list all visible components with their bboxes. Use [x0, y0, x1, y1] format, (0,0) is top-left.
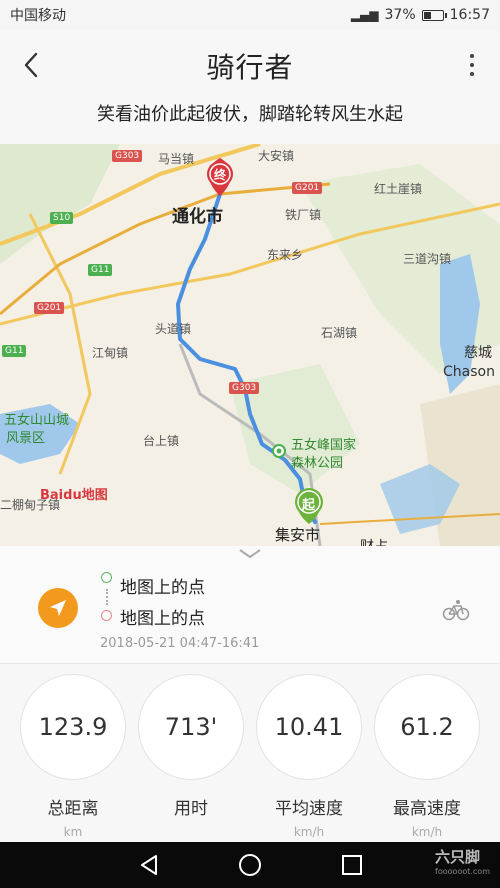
- stat-duration: 713' 用时: [138, 674, 244, 839]
- map-place-label: 三道沟镇: [403, 252, 452, 266]
- route-line: [176, 192, 317, 524]
- battery-percent: 37%: [384, 7, 416, 23]
- end-point-icon: [101, 610, 112, 621]
- chevron-down-icon[interactable]: [238, 548, 262, 560]
- more-dot-icon: [470, 54, 474, 58]
- stat-label: 平均速度: [275, 799, 343, 819]
- baidu-logo: Baidu地图: [40, 488, 108, 503]
- road-sign: S10: [50, 212, 74, 224]
- recents-square-icon[interactable]: [340, 853, 364, 877]
- map-place-label: 江甸镇: [92, 346, 129, 360]
- map-place-label: 五女山山城: [4, 413, 70, 428]
- route-endpoints: 地图上的点 地图上的点 2018-05-21 04:47-16:41: [0, 560, 500, 664]
- road-sign: G11: [2, 345, 27, 357]
- map-place-label: 台上镇: [143, 434, 180, 448]
- clock: 16:57: [449, 7, 490, 23]
- stat-total-distance: 123.9 总距离 km: [20, 674, 126, 839]
- watermark: 六只脚 foooooot.com: [435, 846, 490, 876]
- bicycle-icon: [442, 600, 470, 621]
- map-place-label: 森林公园: [291, 456, 344, 471]
- road-sign: G303: [229, 382, 260, 394]
- map-place-label: 东来乡: [267, 248, 304, 262]
- signal-icon: ▂▄▆: [350, 8, 379, 22]
- stat-value: 123.9: [20, 674, 126, 780]
- map-place-label: 风景区: [6, 431, 46, 446]
- stat-value: 61.2: [374, 674, 480, 780]
- stat-label: 用时: [174, 799, 208, 819]
- map-place-label: 集安市: [275, 526, 321, 544]
- home-circle-icon[interactable]: [238, 853, 262, 877]
- stat-unit: [138, 825, 244, 839]
- page-title: 骑行者: [206, 51, 294, 84]
- stat-value: 10.41: [256, 674, 362, 780]
- ride-slogan: 笑看油价此起彼伏，脚踏轮转风生水起: [0, 100, 500, 144]
- navigation-arrow-icon: [50, 600, 66, 616]
- carrier-name: 中国移动: [10, 8, 66, 24]
- app-header: 骑行者: [0, 30, 500, 100]
- ride-time-range: 2018-05-21 04:47-16:41: [100, 636, 260, 651]
- system-nav-bar: 六只脚 foooooot.com: [0, 842, 500, 888]
- status-bar: 中国移动 ▂▄▆ 37% 16:57: [0, 0, 500, 30]
- stat-unit: km/h: [411, 825, 443, 839]
- map-place-label: 石湖镇: [321, 326, 358, 340]
- map-place-label: 红土崖镇: [374, 182, 423, 196]
- map-place-label: 头道镇: [155, 322, 192, 336]
- stat-average-speed: 10.41 平均速度 km/h: [256, 674, 362, 839]
- stat-label: 总距离: [47, 799, 99, 819]
- map-place-label: 大安镇: [258, 149, 295, 163]
- more-dot-icon: [470, 63, 474, 67]
- stat-unit: km/h: [293, 825, 325, 839]
- road-sign: G11: [88, 264, 113, 276]
- end-point-label: 地图上的点: [120, 609, 205, 629]
- route-connector: [106, 589, 108, 605]
- ride-stats: 123.9 总距离 km 713' 用时 10.41 平均速度 km/h 61.…: [0, 664, 500, 842]
- route-map[interactable]: 马当镇 大安镇 通化市 铁厂镇 红土崖镇 东来乡 三道沟镇 头道镇 石湖镇 江甸…: [0, 144, 500, 546]
- start-point-icon: [101, 572, 112, 583]
- map-place-label: 马当镇: [158, 152, 195, 166]
- start-point-label: 地图上的点: [120, 578, 205, 598]
- map-place-label: Chason: [443, 364, 495, 380]
- map-place-label: 五女峰国家: [291, 438, 357, 453]
- map-place-label: 慈城: [464, 345, 492, 361]
- map-place-label: 铁厂镇: [285, 208, 322, 222]
- watermark-sub: foooooot.com: [435, 867, 490, 876]
- back-triangle-icon[interactable]: [137, 853, 161, 877]
- watermark-text: 六只脚: [435, 848, 481, 866]
- road-sign: G303: [112, 150, 143, 162]
- map-place-label: 通化市: [172, 207, 223, 227]
- more-dot-icon: [470, 72, 474, 76]
- end-marker-label: 终: [214, 168, 227, 182]
- more-menu-button[interactable]: [460, 48, 484, 82]
- stat-value: 713': [138, 674, 244, 780]
- navigate-button[interactable]: [38, 588, 78, 628]
- start-marker-label: 起: [302, 498, 316, 513]
- road-sign: G201: [34, 302, 65, 314]
- map-place-label: 财占: [360, 536, 388, 546]
- stat-unit: km: [63, 825, 83, 839]
- stat-max-speed: 61.2 最高速度 km/h: [374, 674, 480, 839]
- road-sign: G201: [292, 182, 323, 194]
- stat-label: 最高速度: [393, 799, 461, 819]
- battery-icon: [421, 9, 447, 21]
